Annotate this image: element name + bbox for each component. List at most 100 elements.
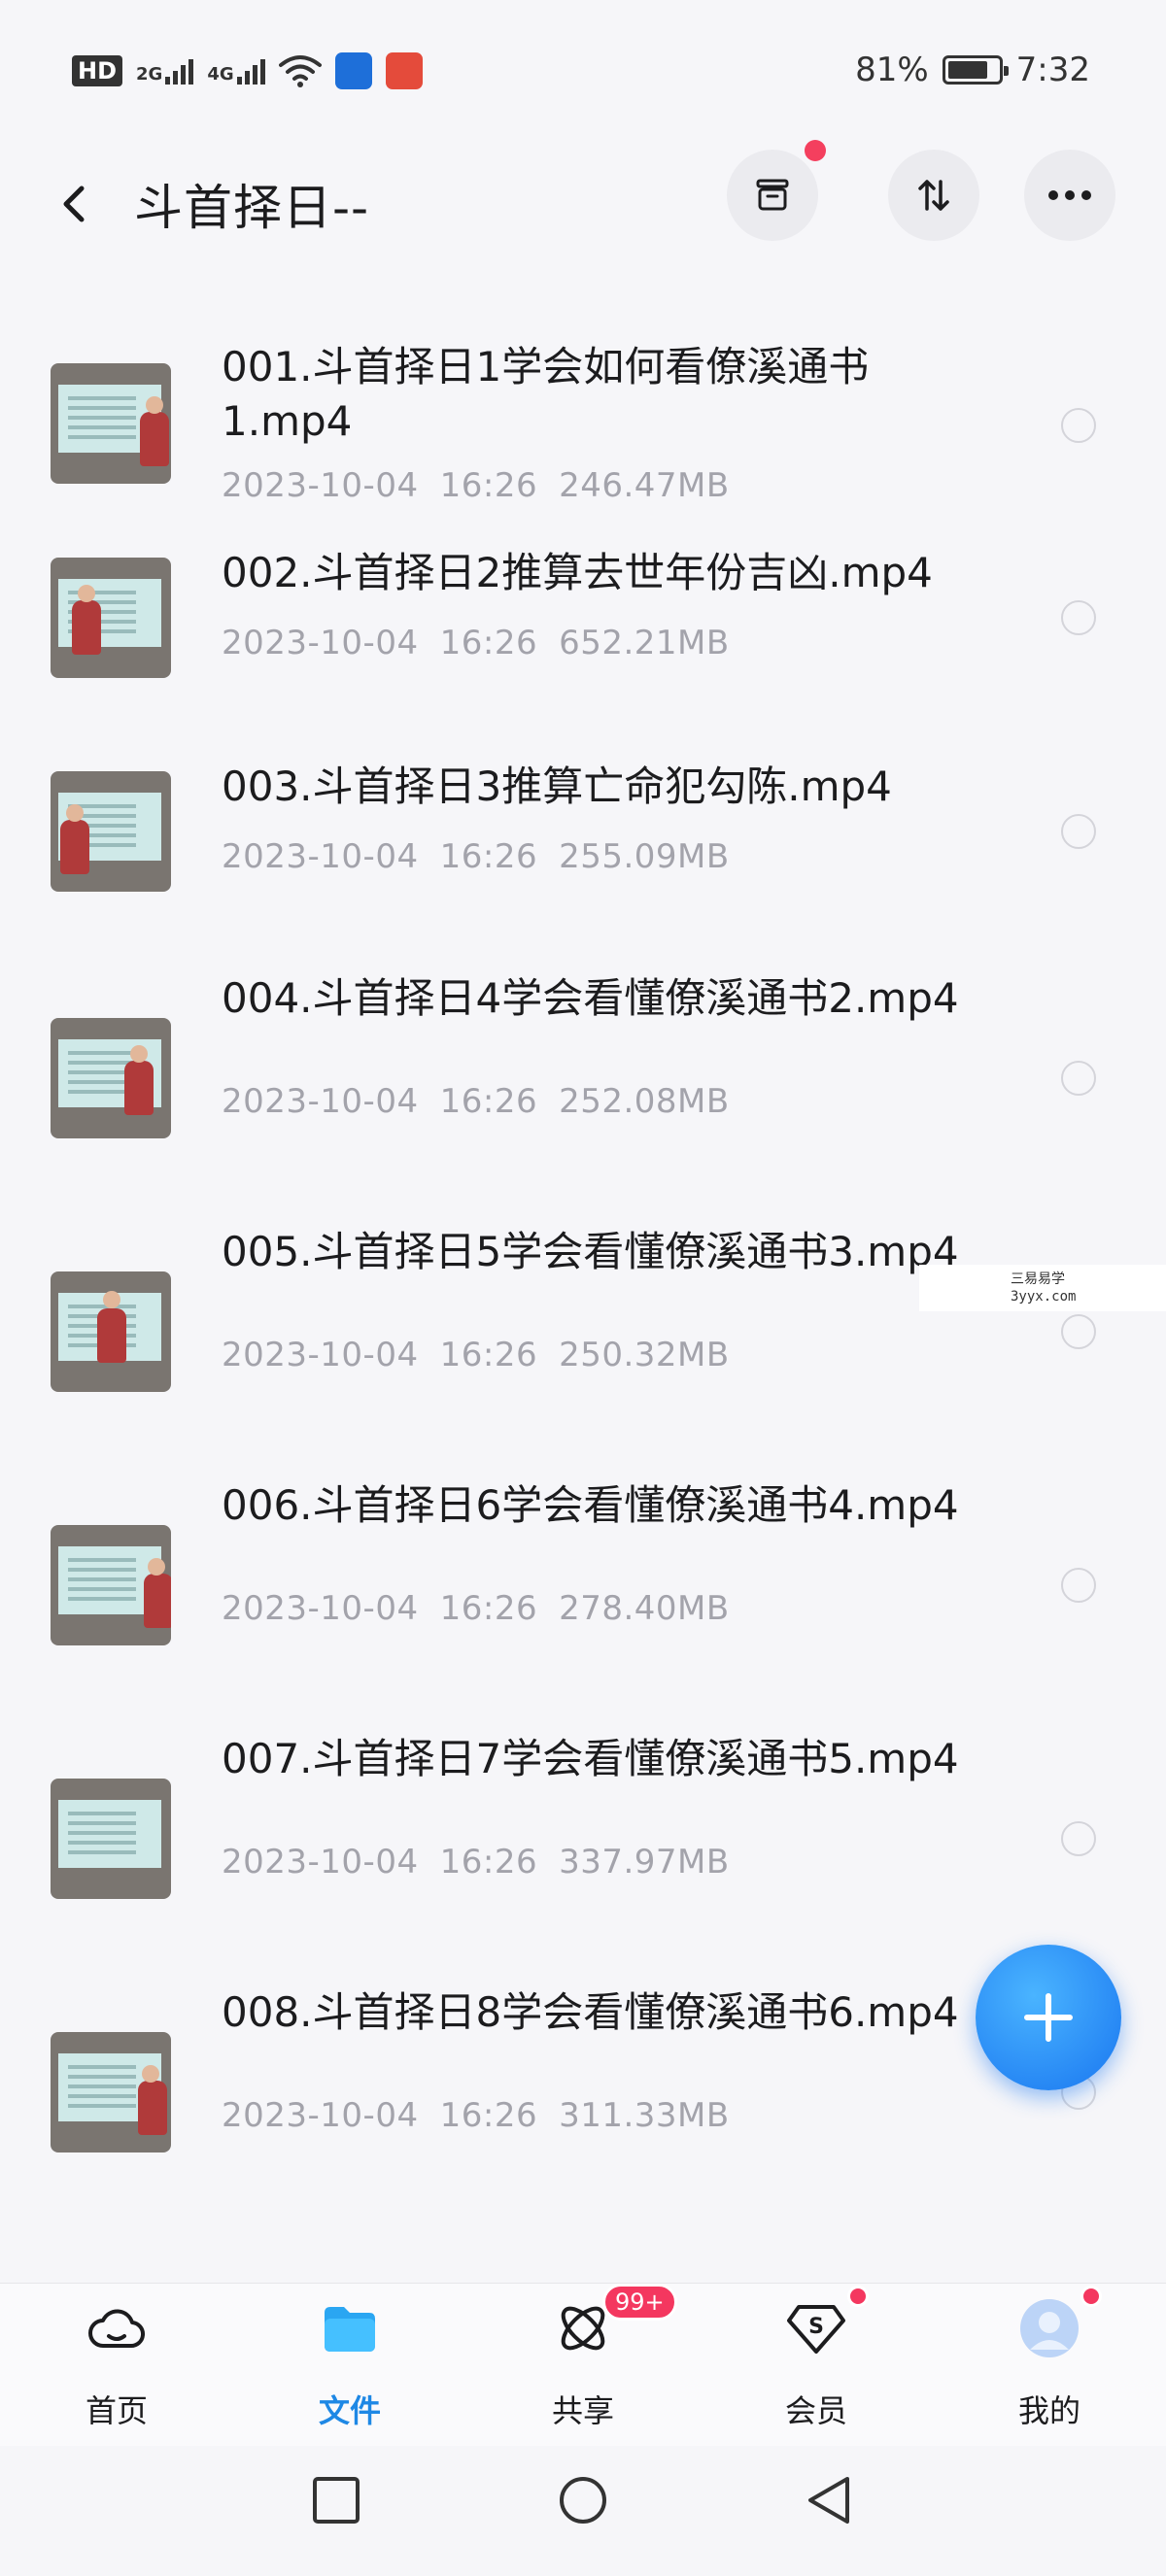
network-4g-label: 4G — [207, 64, 234, 85]
file-size: 311.33MB — [559, 2096, 730, 2135]
file-meta: 2023-10-04 16:26 246.47MB — [222, 466, 730, 505]
file-size: 652.21MB — [559, 624, 730, 662]
file-meta: 2023-10-04 16:26 311.33MB — [222, 2096, 730, 2135]
tab-label: 文件 — [318, 2392, 381, 2429]
file-size: 246.47MB — [559, 466, 730, 505]
file-date: 2023-10-04 — [222, 1843, 419, 1881]
tab-share[interactable]: 99+ 共享 — [505, 2284, 677, 2447]
wifi-icon — [278, 55, 322, 87]
file-name: 003.斗首择日3推算亡命犯勾陈.mp4 — [222, 763, 892, 810]
system-nav-bar — [0, 2446, 1166, 2576]
add-button[interactable] — [976, 1945, 1121, 2090]
video-thumbnail — [51, 363, 171, 484]
file-size: 250.32MB — [559, 1336, 730, 1374]
video-thumbnail — [51, 771, 171, 892]
file-date: 2023-10-04 — [222, 2096, 419, 2135]
video-thumbnail — [51, 1271, 171, 1392]
avatar-icon — [1020, 2299, 1079, 2357]
file-time: 16:26 — [439, 466, 538, 505]
archive-button[interactable] — [727, 140, 826, 241]
file-time: 16:26 — [439, 624, 538, 662]
file-meta: 2023-10-04 16:26 252.08MB — [222, 1082, 730, 1121]
select-radio[interactable] — [1061, 408, 1096, 443]
select-radio[interactable] — [1061, 1314, 1096, 1349]
select-radio[interactable] — [1061, 814, 1096, 849]
tab-files[interactable]: 文件 — [272, 2284, 428, 2447]
battery-icon — [942, 55, 1009, 85]
file-date: 2023-10-04 — [222, 1082, 419, 1121]
select-radio[interactable] — [1061, 1568, 1096, 1603]
file-size: 337.97MB — [559, 1843, 730, 1881]
tab-me[interactable]: 我的 — [972, 2284, 1127, 2447]
notification-dot — [1080, 2286, 1102, 2307]
tab-label: 共享 — [551, 2392, 614, 2429]
more-button[interactable] — [1024, 150, 1115, 241]
file-name: 006.斗首择日6学会看懂僚溪通书4.mp4 — [222, 1481, 959, 1529]
file-time: 16:26 — [439, 1082, 538, 1121]
file-date: 2023-10-04 — [222, 466, 419, 505]
video-thumbnail — [51, 1525, 171, 1645]
select-radio[interactable] — [1061, 1061, 1096, 1096]
file-time: 16:26 — [439, 837, 538, 876]
notification-dot — [847, 2286, 869, 2307]
signal-2g-icon: 2G — [136, 57, 194, 85]
sort-button[interactable] — [888, 150, 979, 241]
vip-icon: S — [787, 2305, 845, 2354]
file-time: 16:26 — [439, 1843, 538, 1881]
signal-4g-icon: 4G — [207, 57, 265, 85]
sort-icon — [918, 180, 949, 211]
app-notification-icon-2 — [385, 52, 423, 89]
page-title: 斗首择日-- — [134, 180, 370, 236]
file-meta: 2023-10-04 16:26 278.40MB — [222, 1589, 730, 1628]
file-size: 278.40MB — [559, 1589, 730, 1628]
cloud-icon — [88, 2309, 145, 2349]
file-name: 004.斗首择日4学会看懂僚溪通书2.mp4 — [222, 974, 959, 1022]
tab-label: 会员 — [784, 2392, 847, 2429]
svg-text:S: S — [808, 2315, 824, 2339]
header: 斗首择日-- — [0, 140, 1166, 291]
file-time: 16:26 — [439, 2096, 538, 2135]
watermark-line2: 3yyx.com — [1011, 1289, 1077, 1305]
file-date: 2023-10-04 — [222, 1589, 419, 1628]
clock: 7:32 — [1015, 51, 1090, 89]
notification-dot — [805, 140, 826, 161]
file-time: 16:26 — [439, 1336, 538, 1374]
watermark: 三易易学 3yyx.com — [919, 1265, 1166, 1311]
bottom-tab-bar: 首页 文件 99+ 共享 S 会员 我的 — [0, 2283, 1166, 2446]
file-name: 001.斗首择日1学会如何看僚溪通书1.mp4 — [222, 343, 870, 445]
file-name: 007.斗首择日7学会看懂僚溪通书5.mp4 — [222, 1735, 959, 1782]
share-badge: 99+ — [602, 2284, 677, 2321]
back-icon[interactable] — [54, 175, 93, 233]
tab-label: 我的 — [1017, 2392, 1080, 2429]
file-time: 16:26 — [439, 1589, 538, 1628]
file-name: 002.斗首择日2推算去世年份吉凶.mp4 — [222, 549, 933, 596]
file-date: 2023-10-04 — [222, 624, 419, 662]
video-thumbnail — [51, 2032, 171, 2152]
tab-home[interactable]: 首页 — [39, 2284, 194, 2447]
app-notification-icon — [334, 52, 372, 89]
folder-icon — [325, 2307, 375, 2352]
more-icon — [1048, 190, 1091, 200]
file-date: 2023-10-04 — [222, 837, 419, 876]
watermark-line1: 三易易学 — [1011, 1271, 1065, 1287]
home-icon[interactable] — [556, 2473, 610, 2527]
file-name: 005.斗首择日5学会看懂僚溪通书3.mp4 — [222, 1228, 959, 1275]
back-nav-icon[interactable] — [803, 2473, 857, 2527]
file-meta: 2023-10-04 16:26 652.21MB — [222, 624, 730, 662]
file-size: 252.08MB — [559, 1082, 730, 1121]
status-bar: HD 2G 4G 81% 7:32 — [0, 0, 1166, 146]
recents-icon[interactable] — [309, 2473, 363, 2527]
hd-indicator: HD — [72, 55, 123, 86]
file-size: 255.09MB — [559, 837, 730, 876]
video-thumbnail — [51, 558, 171, 678]
network-2g-label: 2G — [136, 64, 163, 85]
select-radio[interactable] — [1061, 600, 1096, 635]
plus-icon — [1024, 1993, 1073, 2042]
video-thumbnail — [51, 1779, 171, 1899]
file-meta: 2023-10-04 16:26 250.32MB — [222, 1336, 730, 1374]
tab-label: 首页 — [85, 2392, 148, 2429]
select-radio[interactable] — [1061, 1821, 1096, 1856]
file-name: 008.斗首择日8学会看懂僚溪通书6.mp4 — [222, 1988, 959, 2036]
video-thumbnail — [51, 1018, 171, 1138]
tab-vip[interactable]: S 会员 — [738, 2284, 894, 2447]
